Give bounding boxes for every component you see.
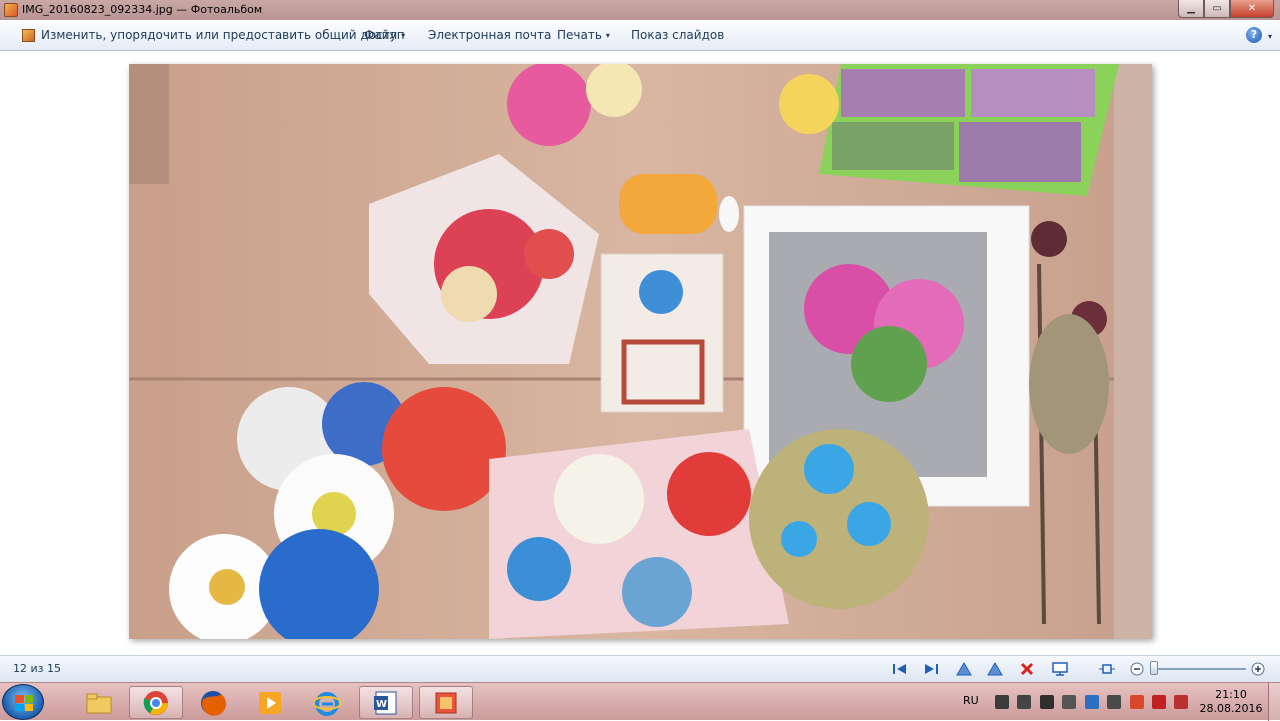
firefox-icon	[201, 690, 227, 716]
network-signal-icon[interactable]	[1017, 695, 1031, 709]
volume-icon[interactable]	[1107, 695, 1121, 709]
next-button[interactable]	[921, 660, 941, 678]
photo-gallery-icon	[435, 692, 457, 713]
previous-icon	[893, 664, 906, 674]
taskbar-firefox[interactable]	[186, 686, 240, 719]
slideshow-icon	[1052, 662, 1068, 676]
window-controls: ▁ ▭ ✕	[1178, 0, 1274, 18]
edit-organize-share-button[interactable]: Изменить, упорядочить или предоставить о…	[41, 28, 405, 42]
network-warning-icon[interactable]	[1174, 695, 1188, 709]
chrome-icon	[143, 690, 168, 715]
update-icon[interactable]	[1085, 695, 1099, 709]
email-label: Электронная почта	[428, 28, 552, 42]
rotate-right-icon	[987, 662, 1003, 676]
zoom-in-icon	[1251, 662, 1265, 676]
internet-explorer-icon	[313, 691, 341, 716]
print-menu-button[interactable]: Печать ▾	[557, 28, 610, 42]
clock-date: 28.08.2016	[1199, 702, 1263, 715]
language-indicator[interactable]: RU	[963, 694, 979, 707]
zoom-in-button[interactable]	[1248, 660, 1268, 678]
rotate-right-button[interactable]	[985, 660, 1005, 678]
edit-organize-icon	[22, 29, 35, 42]
photo-counter: 12 из 15	[13, 662, 61, 675]
antivirus-icon[interactable]	[1130, 695, 1144, 709]
file-menu-label: Файл	[364, 28, 398, 42]
usb-device-icon[interactable]	[1062, 695, 1076, 709]
zoom-out-icon	[1130, 662, 1144, 676]
photo-viewer	[0, 51, 1280, 655]
slideshow-button[interactable]: Показ слайдов	[631, 28, 724, 42]
next-icon	[925, 664, 938, 674]
viewer-control-bar: 12 из 15	[0, 655, 1280, 682]
file-menu-button[interactable]: Файл ▾	[364, 28, 405, 42]
minimize-button[interactable]: ▁	[1178, 0, 1204, 18]
rotate-left-icon	[956, 662, 972, 676]
taskbar-media-player[interactable]	[243, 686, 297, 719]
print-menu-label: Печать	[557, 28, 602, 42]
delete-icon	[1020, 662, 1034, 676]
maximize-button[interactable]: ▭	[1204, 0, 1230, 18]
taskbar-word[interactable]: W	[359, 686, 413, 719]
svg-text:W: W	[376, 699, 387, 710]
taskbar-chrome[interactable]	[129, 686, 183, 719]
email-button[interactable]: Электронная почта	[428, 28, 551, 42]
slideshow-label: Показ слайдов	[631, 28, 725, 42]
chevron-down-icon: ▾	[401, 31, 406, 40]
zoom-slider-thumb[interactable]	[1150, 661, 1158, 675]
taskbar-internet-explorer[interactable]	[300, 686, 354, 719]
photo-image	[129, 64, 1152, 639]
show-desktop-button[interactable]	[1268, 683, 1280, 721]
previous-button[interactable]	[890, 660, 910, 678]
media-player-icon	[259, 691, 281, 714]
command-bar: Изменить, упорядочить или предоставить о…	[0, 20, 1280, 51]
actual-size-icon	[1099, 664, 1115, 674]
close-button[interactable]: ✕	[1230, 0, 1274, 18]
windows-logo-icon	[15, 695, 33, 711]
help-chevron-down-icon[interactable]: ▾	[1268, 32, 1272, 41]
displayed-photo	[129, 64, 1152, 639]
title-bar: IMG_20160823_092334.jpg — Фотоальбом ▁ ▭…	[0, 0, 1280, 20]
edit-organize-share-label: Изменить, упорядочить или предоставить о…	[41, 28, 405, 42]
start-button[interactable]	[2, 684, 44, 720]
photo-gallery-app-icon	[4, 3, 18, 17]
clock[interactable]: 21:10 28.08.2016	[1196, 688, 1266, 716]
slideshow-play-button[interactable]	[1050, 660, 1070, 678]
battery-icon[interactable]	[1040, 695, 1054, 709]
taskbar-explorer[interactable]	[72, 686, 126, 719]
chevron-down-icon: ▾	[605, 31, 610, 40]
actual-size-button[interactable]	[1097, 660, 1117, 678]
sound-muted-icon[interactable]	[1152, 695, 1166, 709]
clock-time: 21:10	[1215, 688, 1247, 701]
window-title: IMG_20160823_092334.jpg — Фотоальбом	[22, 3, 263, 16]
zoom-slider-track[interactable]	[1150, 668, 1246, 670]
rotate-left-button[interactable]	[954, 660, 974, 678]
help-icon[interactable]: ?	[1246, 27, 1262, 43]
zoom-out-button[interactable]	[1127, 660, 1147, 678]
word-icon: W	[374, 691, 397, 714]
delete-button[interactable]	[1017, 660, 1037, 678]
taskbar: W RU 21:10 28.08.2016	[0, 682, 1280, 721]
explorer-icon	[86, 693, 112, 713]
flag-icon[interactable]	[995, 695, 1009, 709]
taskbar-photo-gallery[interactable]	[419, 686, 473, 719]
